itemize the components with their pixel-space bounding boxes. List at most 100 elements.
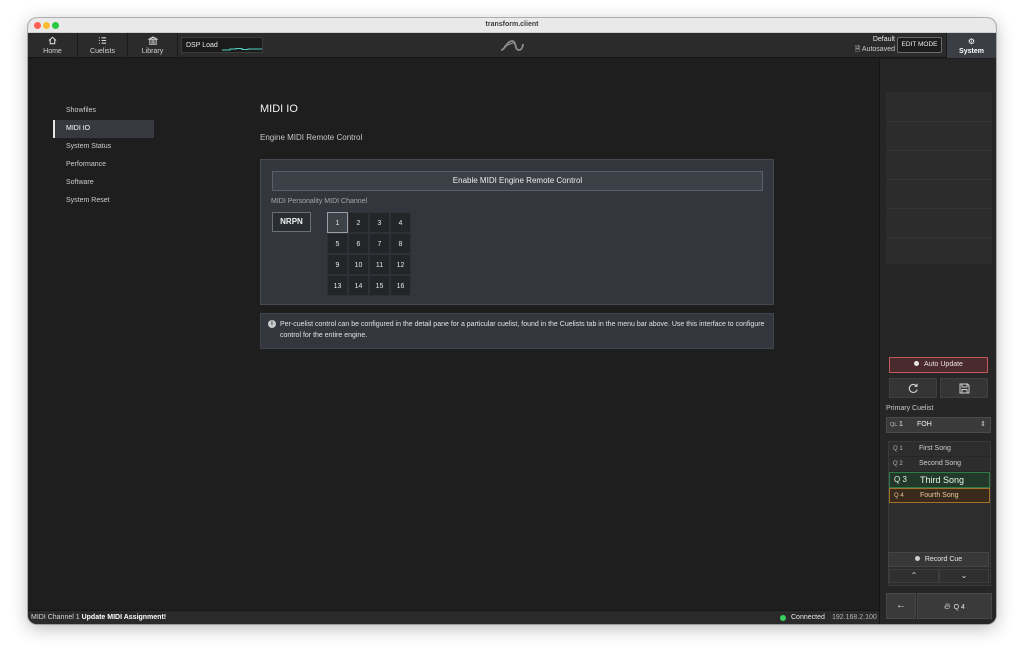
- cue-row-current[interactable]: Q 3 Third Song: [889, 472, 990, 488]
- nrpn-button[interactable]: NRPN: [272, 212, 311, 232]
- arrow-left-icon: ←: [896, 600, 906, 611]
- info-text: Per-cuelist control can be configured in…: [280, 321, 765, 339]
- nav-cuelists-button[interactable]: Cuelists: [78, 33, 128, 58]
- enable-midi-remote-button[interactable]: Enable MIDI Engine Remote Control: [272, 171, 763, 191]
- channel-button-7[interactable]: 7: [369, 233, 390, 254]
- channel-button-13[interactable]: 13: [327, 275, 348, 296]
- main-content: Showfiles MIDI IO System Status Performa…: [28, 59, 879, 610]
- channel-button-11[interactable]: 11: [369, 254, 390, 275]
- preview-row-divider: [886, 150, 992, 151]
- channel-button-6[interactable]: 6: [348, 233, 369, 254]
- save-icon: [959, 383, 970, 394]
- dsp-load-meter: DSP Load: [181, 37, 263, 53]
- primary-cuelist-label: Primary Cuelist: [886, 405, 934, 412]
- midi-remote-panel: Enable MIDI Engine Remote Control MIDI P…: [260, 159, 774, 305]
- dsp-load-graph: [222, 48, 262, 51]
- preview-row-divider: [886, 237, 992, 238]
- status-channel: MIDI Channel 1: [31, 614, 80, 621]
- sidebar-item-showfiles[interactable]: Showfiles: [53, 102, 154, 120]
- nav-home-label: Home: [43, 48, 62, 55]
- autosaved-label: Autosaved: [861, 46, 895, 53]
- sidebar-item-system-status[interactable]: System Status: [53, 138, 154, 156]
- channel-button-4[interactable]: 4: [390, 212, 411, 233]
- edit-mode-button[interactable]: EDIT MODE: [897, 37, 942, 53]
- nav-library-button[interactable]: Library: [128, 33, 178, 58]
- channel-button-14[interactable]: 14: [348, 275, 369, 296]
- cue-name: First Song: [919, 445, 951, 452]
- save-button[interactable]: [940, 378, 988, 398]
- select-arrows-icon: ⇕: [980, 421, 986, 428]
- home-icon: [28, 36, 77, 47]
- channel-button-10[interactable]: 10: [348, 254, 369, 275]
- nav-cuelists-label: Cuelists: [90, 48, 115, 55]
- sidebar-item-software[interactable]: Software: [53, 174, 154, 192]
- cue-name: Third Song: [920, 475, 965, 485]
- record-dot-icon: [914, 556, 920, 561]
- flame-icon: 🔥︎: [944, 601, 951, 611]
- sidebar-item-performance[interactable]: Performance: [53, 156, 154, 174]
- channel-button-1[interactable]: 1: [327, 212, 348, 233]
- chevron-down-icon: ⌄: [960, 571, 968, 580]
- chevron-up-icon: ⌃: [910, 571, 918, 580]
- primary-cuelist-select[interactable]: QL 1 FOH ⇕: [886, 417, 991, 433]
- page-title: MIDI IO: [260, 103, 298, 115]
- connection-status-icon: [780, 615, 786, 621]
- cue-row-next[interactable]: Q 4 Fourth Song: [889, 488, 990, 503]
- document-icon: 🗎: [854, 46, 861, 53]
- midi-channel-grid: 1 2 3 4 5 6 7 8 9 10 11 12 13 14 15 16: [327, 212, 411, 296]
- cue-number: Q 3: [894, 475, 907, 484]
- status-message: MIDI Channel 1 Update MIDI Assignment!: [31, 614, 166, 621]
- channel-button-2[interactable]: 2: [348, 212, 369, 233]
- record-cue-button[interactable]: Record Cue: [888, 552, 989, 567]
- dsp-load-label: DSP Load: [186, 42, 218, 49]
- right-panel: Auto Update Primary Cuelist QL 1 FOH ⇕ Q…: [879, 59, 996, 624]
- auto-update-button[interactable]: Auto Update: [889, 357, 988, 373]
- info-icon: i: [268, 320, 276, 328]
- cue-name: Second Song: [919, 460, 962, 467]
- autosaved-status: 🗎 Autosaved: [855, 45, 895, 56]
- cue-name: Fourth Song: [920, 492, 959, 499]
- record-cue-label: Record Cue: [924, 556, 963, 563]
- nav-home-button[interactable]: Home: [28, 33, 78, 58]
- cue-row[interactable]: Q 2 Second Song: [889, 457, 990, 472]
- title-bar: transform.client: [28, 18, 996, 33]
- sidebar-item-system-reset[interactable]: System Reset: [53, 192, 154, 210]
- cue-number: Q 4: [894, 493, 904, 499]
- channel-button-5[interactable]: 5: [327, 233, 348, 254]
- nav-system-label: System: [959, 48, 984, 55]
- reload-button[interactable]: [889, 378, 937, 398]
- record-dot-icon: [914, 361, 920, 366]
- channel-button-15[interactable]: 15: [369, 275, 390, 296]
- channel-button-9[interactable]: 9: [327, 254, 348, 275]
- info-box: i Per-cuelist control can be configured …: [260, 313, 774, 349]
- preview-row-divider: [886, 179, 992, 180]
- preview-row-divider: [886, 208, 992, 209]
- cue-row[interactable]: Q 1 First Song: [889, 442, 990, 457]
- channel-button-3[interactable]: 3: [369, 212, 390, 233]
- preview-row-divider: [886, 121, 992, 122]
- cuelist-name: FOH: [917, 421, 932, 428]
- status-bar: MIDI Channel 1 Update MIDI Assignment! C…: [28, 610, 879, 624]
- status-update-message: Update MIDI Assignment!: [81, 614, 167, 621]
- app-window: transform.client Home Cuelists Library D…: [28, 18, 996, 624]
- app-logo-icon: [500, 40, 524, 51]
- connection-ip: 192.168.2.100: [832, 614, 877, 621]
- cue-down-button[interactable]: ⌄: [939, 569, 989, 583]
- connection-status: Connected: [791, 614, 825, 621]
- midi-channel-label: MIDI Personality MIDI Channel: [271, 198, 368, 205]
- auto-update-label: Auto Update: [924, 361, 963, 368]
- nav-system-button[interactable]: ⚙ System: [946, 33, 996, 58]
- reload-icon: [908, 383, 918, 393]
- go-button[interactable]: 🔥︎ Q 4: [917, 593, 992, 619]
- channel-button-16[interactable]: 16: [390, 275, 411, 296]
- preview-area: [886, 92, 992, 264]
- top-nav-bar: Home Cuelists Library DSP Load Default 🗎…: [28, 33, 996, 58]
- sidebar-item-midi-io[interactable]: MIDI IO: [53, 120, 154, 138]
- cue-up-button[interactable]: ⌃: [889, 569, 939, 583]
- channel-button-8[interactable]: 8: [390, 233, 411, 254]
- channel-button-12[interactable]: 12: [390, 254, 411, 275]
- cuelist-ql-label: QL: [890, 422, 898, 428]
- go-back-button[interactable]: ←: [886, 593, 916, 619]
- preset-name: Default: [872, 36, 895, 43]
- section-title: Engine MIDI Remote Control: [260, 133, 363, 142]
